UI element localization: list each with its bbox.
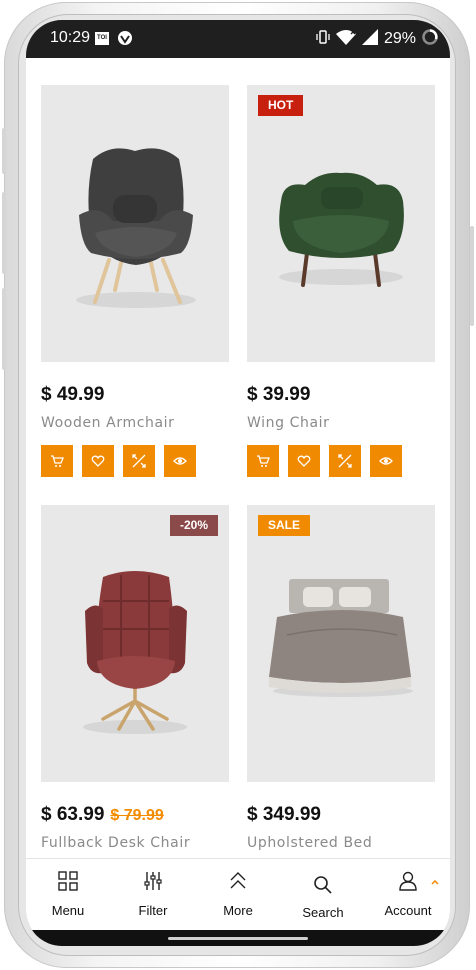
nav-search[interactable]: Search — [281, 859, 365, 931]
nav-label: Filter — [138, 903, 168, 918]
product-grid: $ 49.99 Wooden Armchair HOT $ 39.99 Wing… — [26, 58, 450, 858]
armchair-image — [76, 148, 196, 308]
double-chevron-up-icon — [230, 872, 246, 889]
phone-side-button — [2, 128, 6, 174]
wishlist-button[interactable] — [288, 445, 320, 477]
eye-icon — [173, 457, 187, 465]
product-name[interactable]: Upholstered Bed — [247, 835, 372, 851]
status-bar: 10:29 TOI 29% — [26, 20, 450, 58]
nav-label: Account — [384, 903, 432, 918]
product-image[interactable]: -20% — [41, 505, 229, 782]
phone-side-button — [2, 192, 6, 274]
product-name[interactable]: Wooden Armchair — [41, 415, 175, 431]
phone-screen-bezel: 10:29 TOI 29% $ 49.99 Wooden Armchair HO… — [26, 20, 450, 946]
nav-more[interactable]: More — [196, 859, 280, 931]
product-name[interactable]: Wing Chair — [247, 415, 330, 431]
nav-menu[interactable]: Menu — [26, 859, 110, 931]
badge-discount: -20% — [169, 515, 218, 536]
add-to-cart-button[interactable] — [41, 445, 73, 477]
product-actions — [247, 445, 402, 477]
phone-side-button — [2, 288, 6, 370]
product-actions — [41, 445, 196, 477]
product-image[interactable]: HOT — [247, 85, 435, 362]
eye-icon — [379, 457, 393, 465]
nav-label: Search — [302, 905, 344, 920]
status-time: 10:29 — [50, 29, 91, 46]
product-price: $ 39.99 — [247, 384, 310, 406]
nav-search-icon-wrap — [281, 875, 365, 899]
compare-button[interactable] — [123, 445, 155, 477]
current-price: $ 63.99 — [41, 804, 105, 825]
nav-more-icon-wrap — [196, 871, 280, 895]
battery-icon — [422, 29, 438, 49]
nav-account[interactable]: Account — [366, 859, 450, 931]
badge-hot: HOT — [258, 95, 304, 116]
sliders-icon — [144, 872, 162, 890]
product-image[interactable] — [41, 85, 229, 362]
compare-button[interactable] — [329, 445, 361, 477]
phone-side-button — [470, 226, 474, 326]
bottom-navigation: Menu Filter More Search Account — [26, 858, 450, 931]
nav-label: Menu — [51, 903, 85, 918]
home-indicator[interactable] — [168, 937, 308, 940]
app-screen: 10:29 TOI 29% $ 49.99 Wooden Armchair HO… — [26, 20, 450, 946]
toi-app-icon: TOI — [95, 32, 109, 45]
current-price: $ 39.99 — [247, 384, 311, 405]
user-icon — [399, 871, 417, 891]
nav-filter[interactable]: Filter — [111, 859, 195, 931]
product-card[interactable]: -20% $ 63.99 $ 79.99 Fullback Desk Chair — [41, 505, 229, 858]
product-price: $ 63.99 $ 79.99 — [41, 804, 164, 826]
nav-filter-icon-wrap — [111, 871, 195, 895]
notification-app-icon — [118, 31, 132, 45]
product-name[interactable]: Fullback Desk Chair — [41, 835, 190, 851]
current-price: $ 349.99 — [247, 804, 321, 825]
product-price: $ 349.99 — [247, 804, 321, 826]
product-image[interactable]: SALE — [247, 505, 435, 782]
nav-account-icon-wrap — [366, 871, 450, 895]
desk-chair-image — [83, 571, 187, 734]
product-card[interactable]: $ 49.99 Wooden Armchair — [41, 85, 229, 485]
nav-label: More — [223, 903, 253, 918]
wifi-icon — [335, 29, 356, 49]
bed-image — [269, 579, 413, 697]
chevron-up-icon — [431, 879, 439, 885]
signal-icon — [361, 29, 378, 49]
product-price: $ 49.99 — [41, 384, 104, 406]
product-card[interactable]: HOT $ 39.99 Wing Chair — [247, 85, 435, 485]
quick-view-button[interactable] — [164, 445, 196, 477]
vibrate-icon — [316, 29, 330, 49]
cart-icon — [257, 455, 270, 467]
heart-icon — [297, 455, 311, 467]
status-icons: 29% — [316, 28, 438, 50]
badge-sale: SALE — [258, 515, 311, 536]
product-card[interactable]: SALE $ 349.99 Upholstered Bed — [247, 505, 435, 858]
search-icon — [314, 876, 332, 894]
compare-icon — [132, 454, 146, 468]
grid-icon — [58, 871, 78, 891]
heart-icon — [91, 455, 105, 467]
old-price: $ 79.99 — [110, 807, 164, 824]
battery-percent: 29% — [383, 30, 416, 47]
wing-chair-image — [279, 172, 404, 287]
wishlist-button[interactable] — [82, 445, 114, 477]
quick-view-button[interactable] — [370, 445, 402, 477]
compare-icon — [338, 454, 352, 468]
cart-icon — [51, 455, 64, 467]
nav-menu-icon-wrap — [26, 871, 110, 895]
current-price: $ 49.99 — [41, 384, 105, 405]
add-to-cart-button[interactable] — [247, 445, 279, 477]
